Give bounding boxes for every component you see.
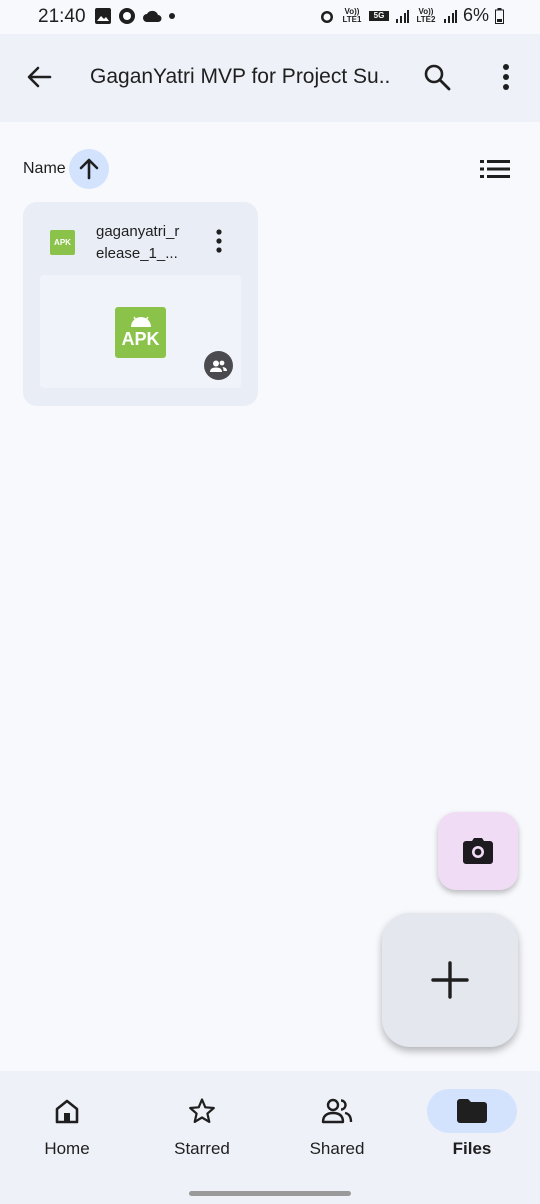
cloud-icon xyxy=(143,10,162,22)
signal-1-icon xyxy=(395,9,409,23)
home-icon xyxy=(55,1099,79,1124)
network-2-label: Vo)) LTE2 xyxy=(416,6,436,24)
apk-thumbnail-label: APK xyxy=(121,329,160,349)
more-vert-icon[interactable] xyxy=(496,62,516,92)
android-head-icon xyxy=(131,316,151,327)
folder-icon xyxy=(457,1099,487,1123)
nav-label-files: Files xyxy=(452,1139,492,1158)
scan-camera-button[interactable] xyxy=(438,812,518,890)
arrow-up-icon xyxy=(79,158,99,180)
bottom-navigation: Home Starred Shared Files xyxy=(0,1071,540,1204)
arrow-back-icon[interactable] xyxy=(24,62,54,92)
nav-files-indicator xyxy=(427,1089,517,1133)
alarm-icon xyxy=(320,10,333,23)
home-gesture-bar[interactable] xyxy=(189,1191,351,1196)
network-5g-label: 5G xyxy=(368,10,389,21)
sort-label[interactable]: Name xyxy=(23,160,66,178)
nav-starred-indicator xyxy=(157,1089,247,1133)
apk-type-icon: APK xyxy=(50,230,75,255)
battery-percent: 6% xyxy=(462,5,489,25)
gallery-icon xyxy=(95,8,111,24)
list-view-icon[interactable] xyxy=(480,158,510,180)
whatsapp-icon xyxy=(119,8,135,24)
nav-item-home[interactable]: Home xyxy=(17,1089,117,1169)
apk-thumbnail-icon: APK xyxy=(115,307,166,358)
sort-bar: Name xyxy=(0,146,540,190)
plus-icon xyxy=(431,961,469,999)
nav-home-indicator xyxy=(22,1089,112,1133)
file-name: gaganyatri_r elease_1_... xyxy=(96,221,196,265)
status-bar: 21:40 Vo)) LTE1 5G Vo)) LTE2 6% xyxy=(0,0,540,34)
sort-direction-button[interactable] xyxy=(69,149,109,189)
file-thumbnail[interactable]: APK xyxy=(40,275,241,388)
top-app-bar: GaganYatri MVP for Project Su... xyxy=(0,34,540,122)
nav-label-shared: Shared xyxy=(309,1139,365,1158)
shared-badge xyxy=(204,351,233,380)
star-icon xyxy=(189,1098,215,1123)
file-type-badge: APK xyxy=(54,238,71,247)
nav-item-files[interactable]: Files xyxy=(422,1089,522,1169)
status-notification-icons xyxy=(94,7,176,25)
dot-icon xyxy=(169,13,175,19)
battery-icon xyxy=(495,7,504,24)
file-more-icon[interactable] xyxy=(213,228,225,254)
file-card[interactable]: APK gaganyatri_r elease_1_... APK xyxy=(23,202,258,406)
nav-label-home: Home xyxy=(44,1139,90,1158)
camera-icon xyxy=(463,838,493,864)
new-button[interactable] xyxy=(382,913,518,1047)
folder-title: GaganYatri MVP for Project Su... xyxy=(90,65,390,88)
nav-shared-indicator xyxy=(292,1089,382,1133)
people-icon xyxy=(210,360,227,372)
search-icon[interactable] xyxy=(422,62,452,92)
signal-2-icon xyxy=(443,9,457,23)
file-name-line-2: elease_1_... xyxy=(96,245,178,262)
status-system-icons: Vo)) LTE1 5G Vo)) LTE2 6% xyxy=(319,5,504,26)
network-1-label: Vo)) LTE1 xyxy=(342,6,362,24)
nav-label-starred: Starred xyxy=(174,1139,230,1158)
nav-item-starred[interactable]: Starred xyxy=(152,1089,252,1169)
file-name-line-1: gaganyatri_r xyxy=(96,223,180,240)
people-icon xyxy=(321,1098,353,1124)
status-time: 21:40 xyxy=(38,6,86,27)
nav-item-shared[interactable]: Shared xyxy=(287,1089,387,1169)
